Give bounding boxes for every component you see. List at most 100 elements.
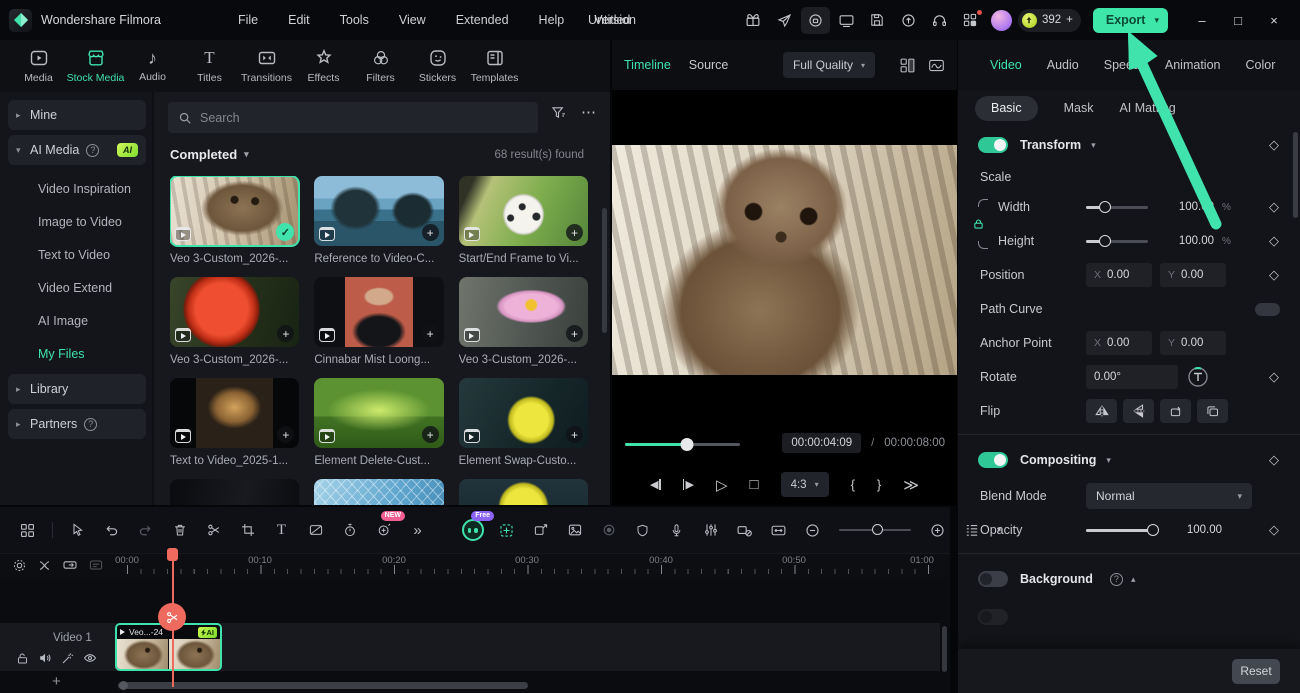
text-tool-icon[interactable]: T — [268, 517, 295, 544]
voiceover-mic-icon[interactable] — [663, 517, 690, 544]
track-visibility-eye-icon[interactable] — [83, 651, 97, 665]
subtab-mask[interactable]: Mask — [1064, 101, 1094, 115]
rotate-field[interactable]: 0.00° — [1086, 365, 1178, 389]
subtab-ai-matting[interactable]: AI Matting — [1119, 101, 1175, 115]
menu-extended[interactable]: Extended — [441, 0, 524, 40]
render-preview-icon[interactable] — [37, 557, 52, 573]
flip-horizontal-button[interactable] — [1086, 399, 1117, 423]
playback-quality-dropdown[interactable]: Full Quality ▾ — [783, 52, 875, 78]
position-x-field[interactable]: X0.00 — [1086, 263, 1152, 287]
add-to-timeline-button[interactable]: + — [422, 325, 439, 342]
transform-keyframe-icon[interactable]: ◇ — [1260, 137, 1288, 153]
menu-file[interactable]: File — [223, 0, 273, 40]
video-scopes-icon[interactable] — [928, 57, 945, 74]
subtab-basic[interactable]: Basic — [975, 96, 1038, 121]
menu-view[interactable]: View — [384, 0, 441, 40]
help-icon[interactable]: ? — [84, 418, 97, 431]
position-keyframe-icon[interactable]: ◇ — [1260, 267, 1288, 283]
sidebar-item-my-files[interactable]: My Files — [8, 337, 146, 370]
tab-filters[interactable]: Filters — [352, 40, 409, 92]
timeline-settings-gear-icon[interactable] — [12, 557, 27, 573]
sidebar-item-ai-media[interactable]: ▾ AI Media ? AI — [8, 135, 146, 165]
media-card[interactable]: + Reference to Video-C... — [314, 176, 443, 265]
auto-ripple-icon[interactable] — [731, 517, 758, 544]
track-manager-icon[interactable] — [958, 517, 985, 544]
track-layout-icon[interactable] — [14, 517, 41, 544]
opacity-value[interactable]: 100.00 — [1164, 524, 1222, 536]
media-thumbnail-red-ball[interactable]: + — [170, 277, 299, 347]
preview-tab-timeline[interactable]: Timeline — [624, 58, 671, 72]
progress-handle[interactable] — [681, 438, 694, 451]
height-keyframe-icon[interactable]: ◇ — [1260, 233, 1288, 249]
rotate-clockwise-button[interactable] — [1197, 399, 1228, 423]
track-lock-icon[interactable] — [16, 651, 29, 665]
add-track-button[interactable]: + — [52, 673, 61, 690]
opacity-slider[interactable] — [1086, 529, 1156, 532]
media-thumbnail-grass[interactable]: + — [314, 378, 443, 448]
sidebar-item-image-to-video[interactable]: Image to Video — [8, 205, 146, 238]
tab-titles[interactable]: T Titles — [181, 40, 238, 92]
timeline-vertical-scrollbar[interactable] — [942, 626, 947, 672]
width-keyframe-icon[interactable]: ◇ — [1260, 199, 1288, 215]
background-toggle[interactable] — [978, 571, 1008, 587]
media-thumbnail[interactable] — [314, 479, 443, 505]
media-thumbnail-soccer[interactable]: + — [459, 176, 588, 246]
height-slider-handle[interactable] — [1099, 235, 1111, 247]
link-media-icon[interactable] — [62, 557, 78, 573]
zoom-in-icon[interactable] — [924, 517, 951, 544]
ai-copilot-icon[interactable]: Free — [459, 517, 486, 544]
maximize-button[interactable]: □ — [1220, 0, 1256, 40]
split-view-icon[interactable] — [899, 57, 916, 74]
opacity-slider-handle[interactable] — [1147, 524, 1159, 536]
whiteboard-icon[interactable] — [832, 7, 861, 34]
fit-timeline-icon[interactable] — [765, 517, 792, 544]
sidebar-item-library[interactable]: ▸ Library — [8, 374, 146, 404]
width-slider[interactable] — [1086, 206, 1148, 209]
ai-marker-icon[interactable] — [493, 517, 520, 544]
timeline-ruler[interactable]: 00:00 00:10 00:20 00:30 00:40 00:50 01:0… — [0, 553, 950, 577]
aspect-ratio-dropdown[interactable]: 4:3 ▾ — [781, 472, 829, 497]
media-thumbnail[interactable] — [459, 479, 588, 505]
stop-button[interactable]: □ — [750, 476, 759, 493]
previous-frame-button[interactable]: ◀ — [650, 478, 661, 491]
filter-icon[interactable] — [550, 104, 567, 121]
media-thumbnail-portrait[interactable]: + — [314, 277, 443, 347]
media-card[interactable] — [459, 479, 588, 505]
save-icon[interactable] — [863, 7, 892, 34]
position-y-field[interactable]: Y0.00 — [1160, 263, 1226, 287]
media-card[interactable]: + Element Swap-Custo... — [459, 378, 588, 467]
mask-tool-icon[interactable] — [302, 517, 329, 544]
chevron-up-icon[interactable]: ▴ — [1131, 574, 1136, 585]
tab-templates[interactable]: Templates — [466, 40, 523, 92]
tab-audio[interactable]: ♪ Audio — [124, 40, 181, 92]
timeline-zoom-slider[interactable] — [839, 529, 911, 532]
sidebar-item-mine[interactable]: ▸ Mine — [8, 100, 146, 130]
media-card[interactable]: + Element Delete-Cust... — [314, 378, 443, 467]
upload-icon[interactable] — [894, 7, 923, 34]
anchor-x-field[interactable]: X0.00 — [1086, 331, 1152, 355]
rotate-dial-icon[interactable] — [1186, 365, 1210, 389]
split-scissors-icon[interactable] — [200, 517, 227, 544]
marker-shield-icon[interactable] — [629, 517, 656, 544]
status-filter-dropdown[interactable]: Completed ▾ — [170, 147, 249, 162]
height-slider[interactable] — [1086, 240, 1148, 243]
tab-stickers[interactable]: Stickers — [409, 40, 466, 92]
export-button[interactable]: Export ▾ — [1093, 8, 1168, 33]
more-options-icon[interactable]: ⋯ — [581, 105, 596, 120]
preview-tab-source[interactable]: Source — [689, 58, 729, 72]
add-to-timeline-button[interactable]: + — [566, 224, 583, 241]
next-frame-button[interactable]: ▶ — [683, 478, 694, 491]
minimize-button[interactable]: – — [1184, 0, 1220, 40]
width-slider-handle[interactable] — [1099, 201, 1111, 213]
timeline-tracks[interactable]: Video 1 + Veo...-24 AI — [0, 577, 950, 693]
audio-mixer-icon[interactable] — [697, 517, 724, 544]
path-curve-toggle[interactable] — [1255, 303, 1280, 316]
preview-viewport[interactable] — [612, 145, 957, 375]
media-card[interactable]: + Veo 3-Custom_2026-... — [459, 277, 588, 366]
export-frame-icon[interactable] — [527, 517, 554, 544]
menu-tools[interactable]: Tools — [325, 0, 384, 40]
help-icon[interactable]: ? — [1110, 573, 1123, 586]
snapshot-more-button[interactable]: ≫ — [903, 476, 919, 494]
apps-grid-icon[interactable] — [956, 7, 985, 34]
user-avatar[interactable] — [991, 10, 1012, 31]
